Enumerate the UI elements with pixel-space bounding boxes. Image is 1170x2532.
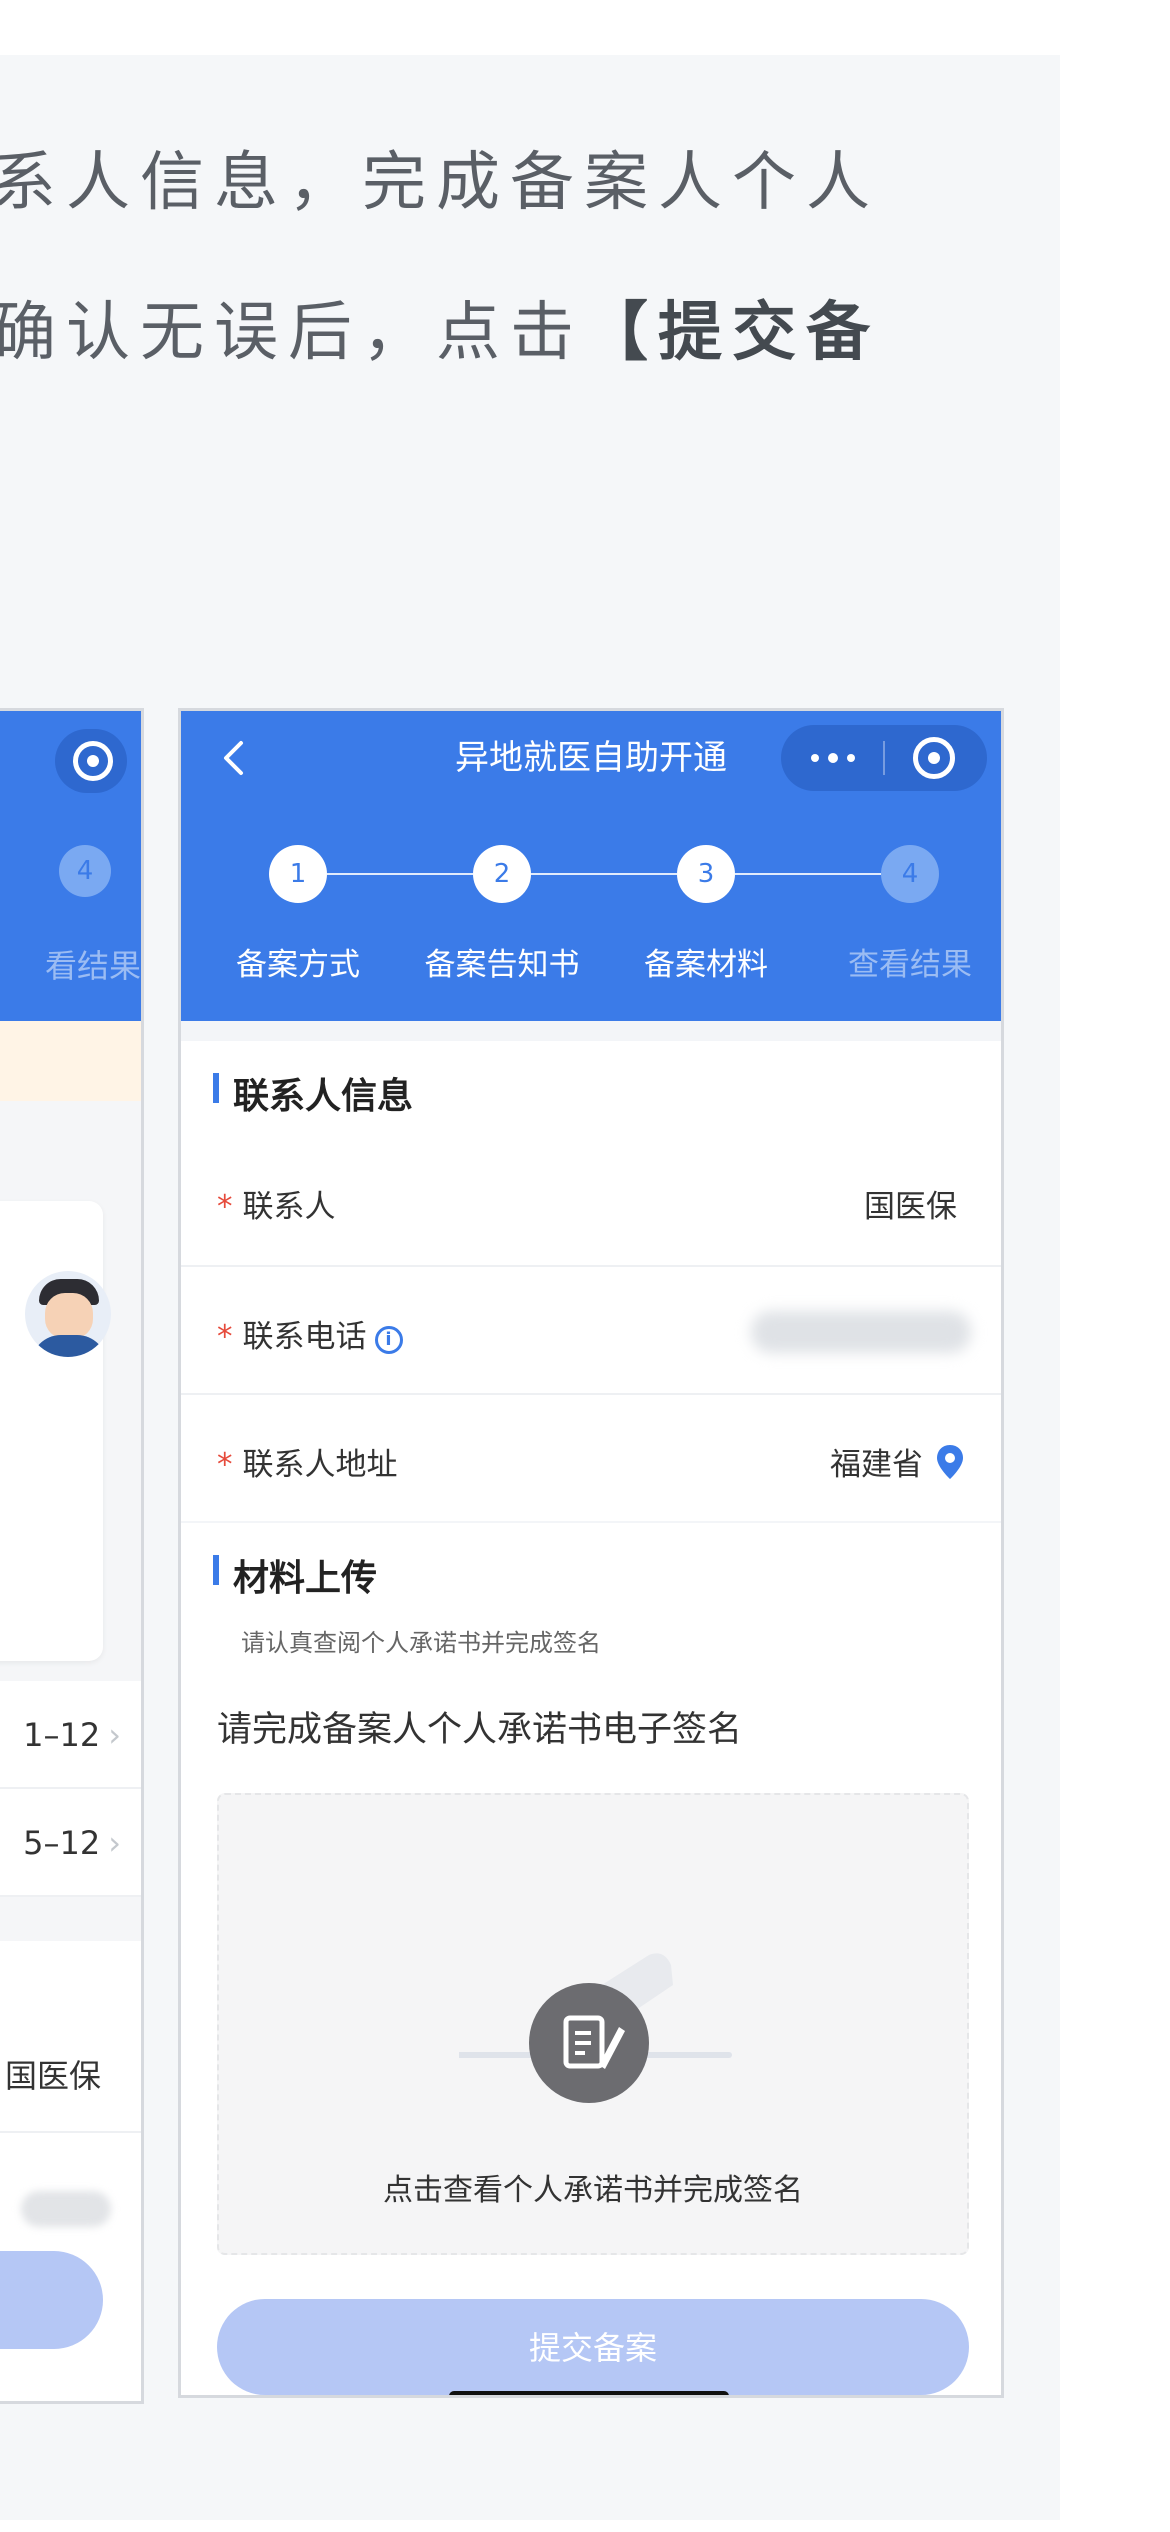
step-connector (327, 873, 473, 875)
section-accent-bar (213, 1073, 219, 1103)
step-2-circle: 2 (473, 845, 531, 903)
step-4-label: 查看结果 (848, 947, 972, 983)
contact-section: 联系人信息 * 联系人 国医保 * 联系电话 i * 联系人地址 福建省 (181, 1041, 1001, 1521)
step-1-label: 备案方式 (236, 947, 360, 983)
signature-illustration-icon (459, 1953, 732, 2103)
upload-section: 材料上传 请认真查阅个人承诺书并完成签名 请完成备案人个人承诺书电子签名 点击查… (181, 1523, 1001, 2395)
article-instructions: 系人信息，完成备案人个人 确认无误后，点击【提交备 (0, 108, 1062, 408)
location-pin-icon[interactable] (935, 1443, 965, 1481)
step-1-circle: 1 (269, 845, 327, 903)
left-phone-submit-button (0, 2251, 103, 2349)
article-line-2: 确认无误后，点击【提交备 (0, 258, 1062, 408)
step-3-label: 备案材料 (644, 947, 768, 983)
contact-address-field[interactable]: * 联系人地址 福建省 (181, 1393, 1001, 1523)
chevron-right-icon: › (108, 1824, 121, 1862)
left-phone-step-4-label: 看结果 (44, 947, 141, 985)
article-line-1: 系人信息，完成备案人个人 (0, 146, 880, 220)
contact-address-label-text: 联系人地址 (242, 1447, 398, 1483)
left-phone-rows: 1–12 › 5–12 › (0, 1681, 141, 1897)
section-accent-bar (213, 1555, 219, 1585)
contact-name-label: * 联系人 (217, 1181, 336, 1226)
step-connector (735, 873, 881, 875)
article-line-2-text: 确认无误后，点击 (0, 296, 584, 370)
required-asterisk: * (217, 1447, 233, 1483)
contact-address-value-text: 福建省 (830, 1447, 923, 1483)
step-2-label: 备案告知书 (424, 947, 580, 983)
contact-name-field[interactable]: * 联系人 国医保 (181, 1137, 1001, 1265)
contact-phone-label-text: 联系电话 (242, 1319, 367, 1355)
upload-section-title: 材料上传 (213, 1549, 377, 1601)
info-icon[interactable]: i (374, 1326, 403, 1354)
step-3-circle: 3 (677, 845, 735, 903)
left-phone-notice-bar (0, 1021, 141, 1101)
capsule-divider (883, 741, 885, 775)
left-phone-row-2: 5–12 › (0, 1789, 141, 1897)
article-line-2-bold: 【提交备 (584, 296, 880, 370)
avatar-icon (25, 1271, 111, 1357)
submit-button[interactable]: 提交备案 (217, 2299, 969, 2395)
contact-name-value: 国医保 (864, 1189, 957, 1225)
left-phone-row-1: 1–12 › (0, 1681, 141, 1789)
left-phone-screenshot: 4 看结果 1–12 › 5–12 › 国医保 (0, 708, 144, 2404)
contact-section-title: 联系人信息 (213, 1067, 413, 1119)
header: 异地就医自助开通 1 2 3 4 备案方式 备案告知书 备案材料 查看结果 (181, 711, 1001, 1021)
contact-phone-field[interactable]: * 联系电话 i (181, 1265, 1001, 1395)
left-phone-contact-name: 国医保 (4, 2057, 101, 2095)
signature-area[interactable]: 点击查看个人承诺书并完成签名 (217, 1793, 969, 2255)
upload-hint: 请认真查阅个人承诺书并完成签名 (241, 1629, 601, 1657)
step-4-circle: 4 (881, 845, 939, 903)
left-phone-blurred-value (21, 2191, 111, 2227)
contact-address-value: 福建省 (830, 1439, 965, 1484)
contact-section-title-text: 联系人信息 (233, 1076, 414, 1117)
contact-address-label: * 联系人地址 (217, 1439, 398, 1484)
phone-screenshot: 异地就医自助开通 1 2 3 4 备案方式 备案告知书 备案材料 查看结果 联系… (178, 708, 1004, 2398)
signature-caption: 点击查看个人承诺书并完成签名 (383, 2173, 803, 2208)
left-phone-divider (0, 2131, 141, 2133)
step-connector (531, 873, 677, 875)
upload-section-title-text: 材料上传 (233, 1558, 378, 1599)
miniprogram-capsule (781, 725, 987, 791)
contact-name-label-text: 联系人 (242, 1189, 336, 1225)
left-phone-card (0, 1201, 103, 1661)
sign-title: 请完成备案人个人承诺书电子签名 (217, 1710, 743, 1750)
contact-phone-label: * 联系电话 i (217, 1311, 403, 1356)
target-icon (73, 741, 113, 781)
more-icon[interactable] (781, 725, 883, 791)
left-phone-row-1-value: 1–12 (23, 1716, 101, 1754)
close-target-icon[interactable] (913, 737, 955, 779)
left-phone-step-4: 4 (59, 845, 111, 897)
chevron-right-icon: › (108, 1716, 121, 1754)
left-phone-row-2-value: 5–12 (23, 1824, 101, 1862)
required-asterisk: * (217, 1319, 233, 1355)
home-indicator (449, 2391, 729, 2395)
contact-phone-blurred-value (751, 1311, 971, 1353)
required-asterisk: * (217, 1189, 233, 1225)
